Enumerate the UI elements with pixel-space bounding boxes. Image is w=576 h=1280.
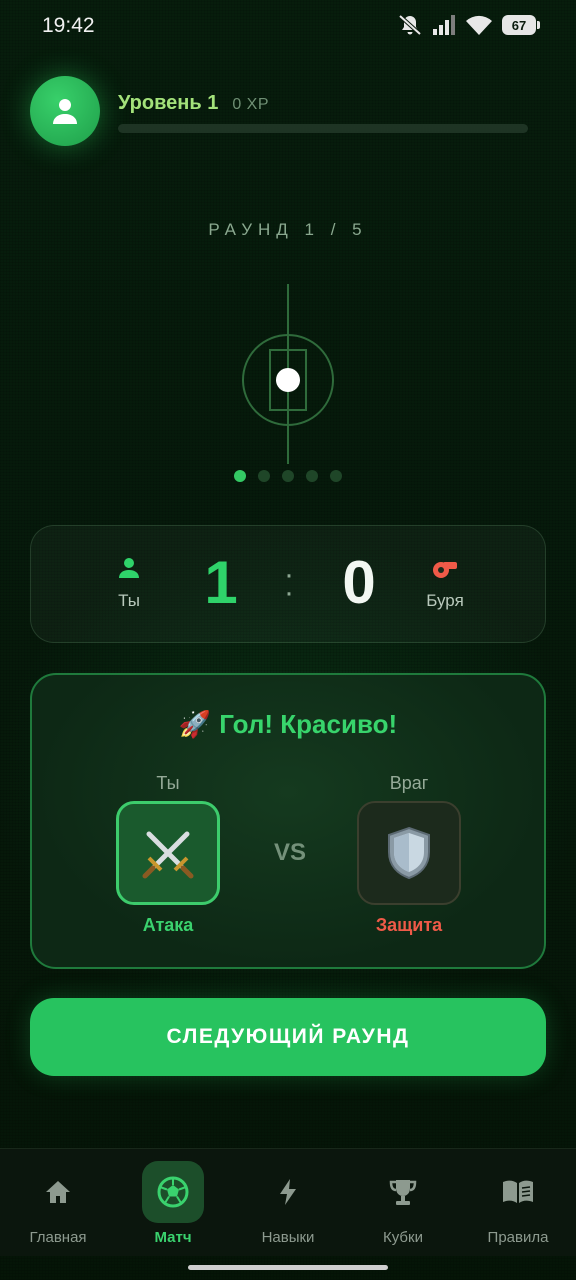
nav-label-home: Главная	[29, 1229, 87, 1246]
round-indicator	[0, 470, 576, 482]
vs-label: VS	[273, 839, 306, 866]
your-move-name: Атака	[142, 915, 194, 935]
home-icon	[46, 1181, 70, 1203]
trophy-icon	[389, 1180, 417, 1205]
user-icon	[119, 558, 139, 578]
mute-icon	[398, 14, 422, 36]
nav-item-skills[interactable]: Навыки	[233, 1159, 343, 1249]
round-dot	[330, 470, 342, 482]
crossed-swords-icon	[142, 831, 194, 879]
xp-value: 0 XP	[232, 96, 270, 113]
nav-icon-container	[257, 1161, 319, 1223]
away-score: 0	[342, 549, 376, 616]
nav-icon-container	[27, 1161, 89, 1223]
nav-item-home[interactable]: Главная	[3, 1159, 113, 1249]
nav-item-match[interactable]: Матч	[118, 1159, 228, 1249]
nav-label-match: Матч	[154, 1229, 192, 1246]
result-title: 🚀 Гол! Красиво!	[32, 709, 544, 740]
round-label: РАУНД 1 / 5	[208, 220, 368, 239]
xp-progress-bar	[118, 124, 528, 133]
away-player: Буря	[405, 556, 485, 611]
home-player: Ты	[89, 556, 169, 611]
battery-icon: 67	[502, 15, 540, 35]
next-round-button[interactable]: СЛЕДУЮЩИЙ РАУНД	[30, 998, 546, 1076]
rocket-icon: 🚀	[178, 709, 212, 739]
nav-label-skills: Навыки	[261, 1229, 315, 1246]
whistle-icon	[433, 562, 457, 578]
battery-level: 67	[511, 17, 527, 33]
level-title: Уровень 1	[118, 92, 219, 114]
lightning-icon	[280, 1179, 296, 1205]
your-move-card	[116, 801, 220, 905]
ball-icon	[276, 368, 300, 392]
bottom-navigation: Главная Матч Навыки Кубки Правила	[0, 1148, 576, 1256]
round-result-card: 🚀 Гол! Красиво! Ты Враг VS Атака Защита	[30, 673, 546, 969]
field-center-graphic	[242, 284, 334, 464]
home-score: 1	[204, 549, 238, 616]
signal-icon	[433, 15, 455, 35]
status-bar: 19:42 67	[0, 0, 576, 52]
result-title-text: Гол! Красиво!	[219, 709, 398, 739]
nav-item-rules[interactable]: Правила	[463, 1159, 573, 1249]
nav-item-cups[interactable]: Кубки	[348, 1159, 458, 1249]
round-dot	[282, 470, 294, 482]
home-player-name: Ты	[118, 591, 140, 610]
status-time: 19:42	[42, 14, 95, 37]
enemy-move-card	[357, 801, 461, 905]
round-dot	[234, 470, 246, 482]
nav-icon-container	[487, 1161, 549, 1223]
avatar[interactable]	[30, 76, 100, 146]
score-separator: · ·	[284, 558, 294, 609]
user-icon	[53, 99, 77, 124]
status-icons: 67	[398, 14, 540, 36]
book-icon	[503, 1180, 533, 1203]
nav-label-cups: Кубки	[383, 1229, 423, 1246]
nav-icon-container	[372, 1161, 434, 1223]
soccer-ball-icon	[157, 1176, 189, 1208]
level-info: Уровень 1 0 XP	[118, 92, 269, 115]
nav-label-rules: Правила	[487, 1229, 549, 1246]
wifi-icon	[466, 15, 492, 35]
scoreboard: Ты 1 · · 0 Буря	[30, 525, 546, 643]
round-dot	[306, 470, 318, 482]
away-player-name: Буря	[426, 591, 464, 610]
round-dot	[258, 470, 270, 482]
nav-icon-container	[142, 1161, 204, 1223]
you-label: Ты	[156, 773, 180, 793]
home-indicator[interactable]	[188, 1265, 388, 1270]
shield-icon	[388, 826, 430, 880]
enemy-move-name: Защита	[375, 915, 443, 935]
enemy-label: Враг	[389, 773, 429, 793]
